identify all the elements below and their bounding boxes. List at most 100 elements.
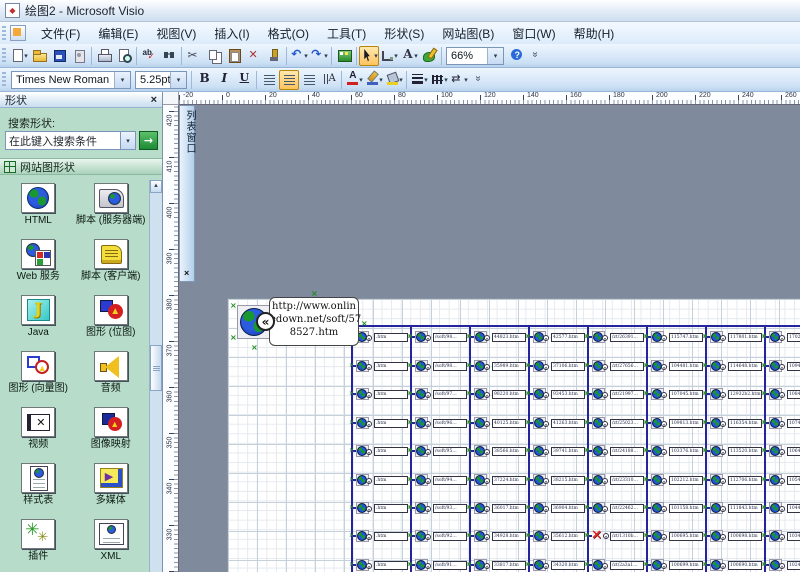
site-page-node[interactable]: /zt/23310… — [588, 473, 644, 487]
site-page-node[interactable]: 17021.htm — [765, 330, 800, 344]
site-page-node[interactable]: /zt/26391… — [588, 330, 644, 344]
stencil-master[interactable]: 图形 (位图) — [75, 292, 148, 348]
open-button[interactable] — [29, 46, 49, 66]
delete-button[interactable] — [244, 46, 264, 66]
menu-item[interactable]: 形状(S) — [375, 22, 433, 45]
line-weight-button[interactable]: ▾ — [409, 70, 429, 90]
site-page-node[interactable]: /zt/2a3a1… — [588, 558, 644, 572]
site-page-node[interactable]: .htm — [352, 330, 408, 344]
site-page-node[interactable]: .htm — [352, 444, 408, 458]
drawing-button[interactable] — [419, 46, 439, 66]
shapes-panel-header[interactable]: 形状 × — [0, 92, 162, 108]
site-page-node[interactable]: 115747.htm — [647, 330, 703, 344]
site-page-node[interactable]: 100698.htm — [706, 529, 762, 543]
site-page-node[interactable]: 35612.htm — [529, 529, 585, 543]
list-window-collapsed-panel[interactable]: 列表窗口 × — [179, 105, 195, 282]
collapse-button[interactable]: « — [256, 312, 275, 331]
site-page-node[interactable]: /zt/22462… — [588, 501, 644, 515]
site-page-node[interactable]: 93453.htm — [529, 387, 585, 401]
site-page-node[interactable]: 39741.htm — [529, 444, 585, 458]
font-color-button[interactable]: ▾ — [344, 70, 364, 90]
search-go-button[interactable]: → — [139, 131, 158, 150]
root-url-callout[interactable]: http://www.onlin edown.net/soft/57 8527.… — [269, 297, 359, 346]
site-page-node[interactable]: 112706.htm — [706, 473, 762, 487]
site-page-node[interactable]: 36017.htm — [470, 501, 526, 515]
site-page-node[interactable]: .htm — [352, 387, 408, 401]
site-page-node[interactable]: 40125.htm — [470, 416, 526, 430]
stencil-master[interactable]: 脚本 (客户端) — [75, 236, 148, 292]
horizontal-ruler[interactable]: -20020406080100120140160180200220240260 — [179, 92, 800, 105]
stencil-master[interactable]: 脚本 (服务器端) — [75, 180, 148, 236]
align-center-button[interactable] — [279, 70, 299, 90]
new-button[interactable]: ▾ — [9, 46, 29, 66]
cut-button[interactable] — [184, 46, 204, 66]
title-bar[interactable]: 绘图2 - Microsoft Visio — [0, 0, 800, 22]
selection-handle[interactable]: × — [361, 319, 368, 328]
site-page-node[interactable]: 103376.htm — [647, 444, 703, 458]
site-page-node[interactable]: 106452.htm — [765, 444, 800, 458]
site-page-node[interactable]: .htm — [352, 529, 408, 543]
menu-item[interactable]: 格式(O) — [259, 22, 318, 45]
site-page-node[interactable]: 98220.htm — [470, 387, 526, 401]
research-button[interactable] — [159, 46, 179, 66]
site-page-node[interactable]: /zt/25023… — [588, 416, 644, 430]
pointer-button[interactable]: ▾ — [359, 46, 379, 66]
site-page-node[interactable]: 38566.htm — [470, 444, 526, 458]
menu-item[interactable]: 窗口(W) — [503, 22, 564, 45]
redo-button[interactable]: ▾ — [309, 46, 329, 66]
preview-button[interactable] — [114, 46, 134, 66]
site-page-node[interactable]: 37224.htm — [470, 473, 526, 487]
site-page-node[interactable]: 35989.htm — [470, 359, 526, 373]
shapes-window-button[interactable] — [334, 46, 354, 66]
align-left-button[interactable] — [259, 70, 279, 90]
site-page-node[interactable]: 34928.htm — [470, 529, 526, 543]
site-page-node[interactable]: 103430.htm — [765, 529, 800, 543]
site-page-node[interactable]: 33817.htm — [470, 558, 526, 572]
site-page-node[interactable]: 108470.htm — [765, 387, 800, 401]
format-painter-button[interactable] — [264, 46, 284, 66]
site-page-node[interactable]: 117801.htm — [706, 330, 762, 344]
vertical-text-button[interactable] — [319, 70, 339, 90]
menu-item[interactable]: 帮助(H) — [565, 22, 624, 45]
spelling-button[interactable] — [139, 46, 159, 66]
site-page-node[interactable]: 104434.htm — [765, 501, 800, 515]
site-page-node[interactable]: 114648.htm — [706, 359, 762, 373]
site-page-node[interactable]: 109459.htm — [765, 359, 800, 373]
help-button[interactable] — [506, 46, 526, 66]
site-page-node[interactable]: 36904.htm — [529, 501, 585, 515]
search-input[interactable]: 在此键入搜索条件 — [5, 131, 121, 150]
site-page-node[interactable]: 102212.htm — [647, 473, 703, 487]
underline-button[interactable] — [234, 70, 254, 90]
seal-button[interactable] — [69, 46, 89, 66]
site-page-node[interactable]: /zt/24188… — [588, 444, 644, 458]
site-page-node[interactable]: .htm — [352, 473, 408, 487]
site-page-node[interactable]: .htm — [352, 501, 408, 515]
fill-color-button[interactable]: ▾ — [384, 70, 404, 90]
site-page-node[interactable]: 107466.htm — [765, 416, 800, 430]
stencil-master[interactable]: 样式表 — [2, 460, 75, 516]
font-combo[interactable]: Times New Roman▾ — [11, 71, 131, 89]
site-page-node[interactable]: 107045.htm — [647, 387, 703, 401]
connector-button[interactable]: ▾ — [379, 46, 399, 66]
site-page-node[interactable]: 105448.htm — [765, 473, 800, 487]
site-page-node[interactable]: 100690.htm — [706, 558, 762, 572]
menu-item[interactable]: 插入(I) — [205, 22, 258, 45]
scrollbar-thumb[interactable] — [150, 345, 162, 391]
menu-item[interactable]: 编辑(E) — [89, 22, 147, 45]
menu-item[interactable]: 视图(V) — [147, 22, 205, 45]
print-button[interactable] — [94, 46, 114, 66]
menu-item[interactable]: 文件(F) — [32, 22, 89, 45]
align-right-button[interactable] — [299, 70, 319, 90]
site-page-node[interactable]: /zt/1310b… — [588, 529, 644, 543]
chevron-button[interactable] — [526, 46, 546, 66]
panel-scrollbar[interactable]: ▲ — [149, 180, 162, 572]
stencil-master[interactable]: 多媒体 — [75, 460, 148, 516]
copy-button[interactable] — [204, 46, 224, 66]
undo-button[interactable]: ▾ — [289, 46, 309, 66]
stencil-master[interactable]: 图形 (向量图) — [2, 348, 75, 404]
drawing-canvas[interactable]: 列表窗口 × .htm.htm.htm.htm.htm.htm.htm.htm.… — [179, 105, 800, 572]
stencil-master[interactable]: 音频 — [75, 348, 148, 404]
site-page-node[interactable]: 116354.htm — [706, 416, 762, 430]
site-page-node[interactable]: 111843.htm — [706, 501, 762, 515]
stencil-master[interactable]: XML — [75, 516, 148, 572]
